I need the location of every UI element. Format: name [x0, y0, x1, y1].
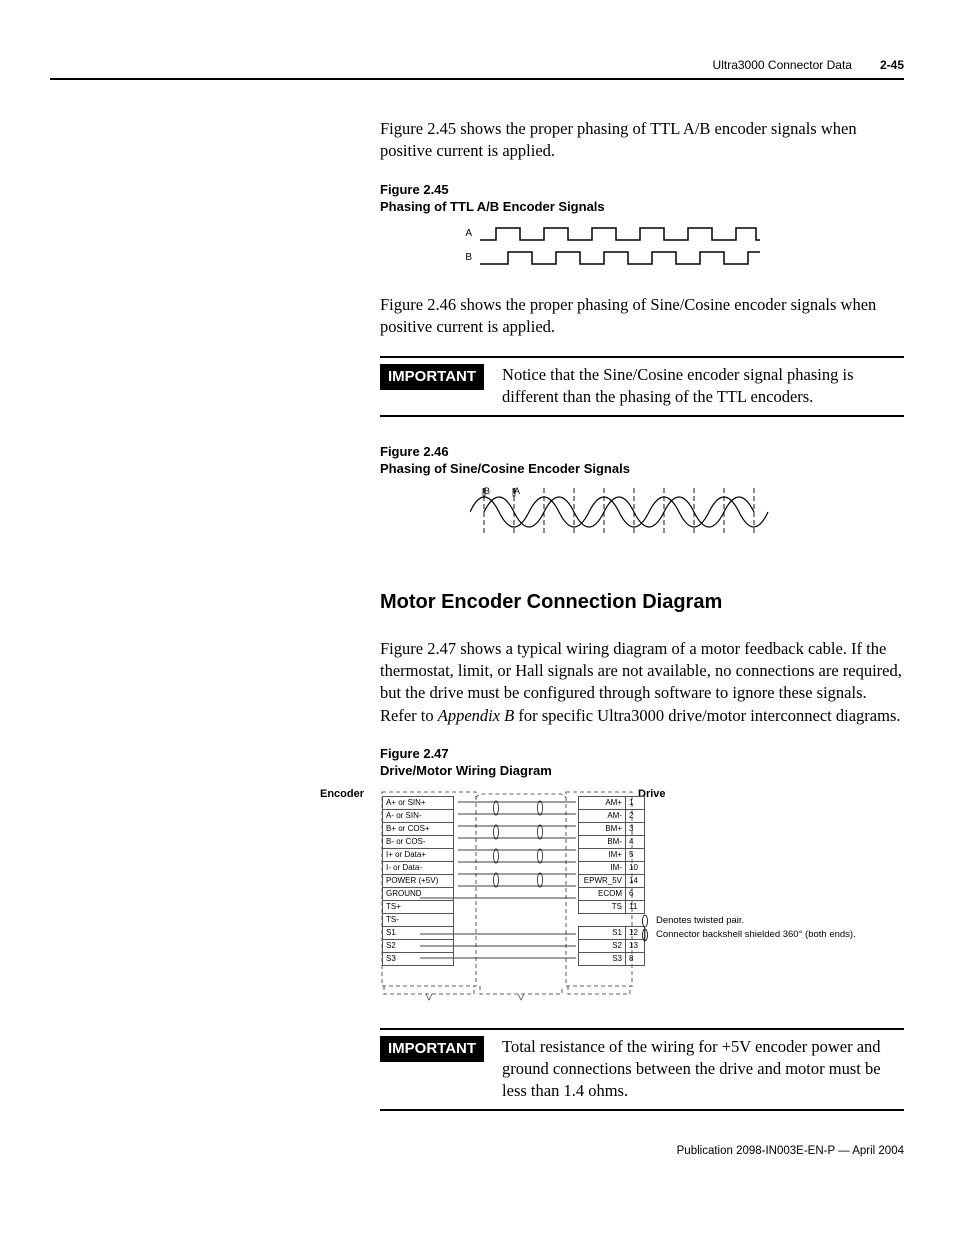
intro-paragraph-1: Figure 2.45 shows the proper phasing of … [380, 118, 904, 163]
section-paragraph: Figure 2.47 shows a typical wiring diagr… [380, 638, 904, 727]
header-title: Ultra3000 Connector Data [713, 58, 852, 72]
header-page: 2-45 [880, 58, 904, 72]
figure-2-47-diagram: Encoder Drive [380, 788, 904, 1008]
square-wave-a-icon [480, 224, 760, 244]
figure-2-45-caption: Figure 2.45 Phasing of TTL A/B Encoder S… [380, 181, 904, 216]
important-tag: IMPORTANT [380, 1036, 484, 1062]
section-heading: Motor Encoder Connection Diagram [380, 591, 904, 614]
square-wave-b-label: B [460, 252, 472, 263]
important-tag: IMPORTANT [380, 364, 484, 390]
shield-icon [640, 928, 650, 942]
square-wave-b-icon [480, 248, 760, 268]
square-wave-a-label: A [460, 228, 472, 239]
figure-2-45-diagram: A B [460, 224, 904, 268]
important-text-2: Total resistance of the wiring for +5V e… [502, 1036, 904, 1103]
page-footer: Publication 2098-IN003E-EN-P — April 200… [50, 1145, 904, 1157]
encoder-pin-table: A+ or SIN+A- or SIN- B+ or COS+B- or COS… [382, 796, 454, 966]
encoder-label: Encoder [320, 788, 364, 800]
figure-2-46-caption: Figure 2.46 Phasing of Sine/Cosine Encod… [380, 443, 904, 478]
twisted-pair-icon [640, 914, 650, 928]
figure-2-46-diagram: B A [470, 486, 904, 547]
drive-pin-table: AM+1 AM-2 BM+3 BM-4 IM+5 IM-10 EPWR_5V14… [578, 796, 645, 966]
page-header: Ultra3000 Connector Data 2-45 [50, 58, 904, 80]
important-text-1: Notice that the Sine/Cosine encoder sign… [502, 364, 904, 409]
important-block-1: IMPORTANT Notice that the Sine/Cosine en… [380, 356, 904, 417]
figure-2-47-caption: Figure 2.47 Drive/Motor Wiring Diagram [380, 745, 904, 780]
intro-paragraph-2: Figure 2.46 shows the proper phasing of … [380, 294, 904, 339]
wiring-legend: Denotes twisted pair. Connector backshel… [640, 914, 856, 942]
important-block-2: IMPORTANT Total resistance of the wiring… [380, 1028, 904, 1111]
